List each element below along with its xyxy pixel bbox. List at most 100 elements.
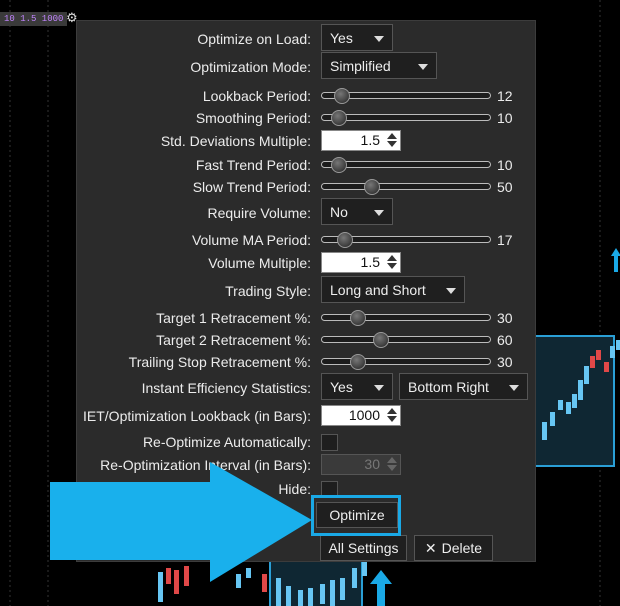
setting-row: Slow Trend Period: 50 bbox=[77, 176, 535, 198]
spinner-value: 1.5 bbox=[360, 254, 380, 270]
spinner-arrows-icon[interactable] bbox=[387, 408, 397, 423]
number-spinner[interactable]: 1000 bbox=[321, 405, 401, 426]
delete-label: Delete bbox=[441, 540, 483, 556]
dropdown-select[interactable]: Long and Short bbox=[321, 276, 465, 303]
setting-row: Trailing Stop Retracement %: 30 bbox=[77, 351, 535, 373]
slider-thumb[interactable] bbox=[331, 110, 347, 126]
candle bbox=[572, 394, 577, 408]
setting-row: Fast Trend Period: 10 bbox=[77, 154, 535, 176]
candle bbox=[542, 422, 547, 440]
dropdown-value: Yes bbox=[330, 30, 353, 46]
dropdown-value: Bottom Right bbox=[408, 379, 489, 395]
candle bbox=[558, 400, 563, 410]
dropdown-select-position[interactable]: Bottom Right bbox=[399, 373, 528, 400]
spinner-arrows-icon[interactable] bbox=[387, 457, 397, 472]
candle bbox=[604, 362, 609, 372]
setting-label: Require Volume: bbox=[207, 205, 311, 221]
dropdown-select[interactable]: Simplified bbox=[321, 52, 437, 79]
setting-row: Volume Multiple: 1.5 bbox=[77, 252, 535, 274]
delete-button[interactable]: ✕ Delete bbox=[414, 535, 493, 561]
setting-row: Instant Efficiency Statistics: Yes Bottom … bbox=[77, 373, 535, 400]
candle bbox=[596, 350, 601, 360]
setting-label: Trading Style: bbox=[225, 283, 311, 299]
setting-label: Optimize on Load: bbox=[197, 31, 311, 47]
spinner-arrows-icon[interactable] bbox=[387, 255, 397, 270]
checkbox[interactable] bbox=[321, 434, 338, 451]
spinner-value: 30 bbox=[364, 456, 380, 472]
candle bbox=[566, 402, 571, 414]
setting-label: Std. Deviations Multiple: bbox=[160, 133, 311, 149]
setting-label: Slow Trend Period: bbox=[192, 179, 311, 195]
setting-label: Volume Multiple: bbox=[208, 255, 311, 271]
candle bbox=[590, 356, 595, 368]
chevron-down-icon bbox=[446, 288, 456, 294]
slider-thumb[interactable] bbox=[334, 88, 350, 104]
slider-value: 30 bbox=[497, 310, 513, 326]
slider-value: 12 bbox=[497, 88, 513, 104]
slider-track[interactable] bbox=[321, 232, 491, 248]
slider-value: 50 bbox=[497, 179, 513, 195]
chevron-down-icon bbox=[509, 385, 519, 391]
up-arrow-icon bbox=[370, 570, 392, 606]
setting-row: Smoothing Period: 10 bbox=[77, 107, 535, 129]
setting-row: Trading Style: Long and Short bbox=[77, 276, 535, 303]
slider-thumb[interactable] bbox=[350, 354, 366, 370]
dropdown-select[interactable]: No bbox=[321, 198, 393, 225]
candle bbox=[584, 366, 589, 384]
slider-track[interactable] bbox=[321, 310, 491, 326]
optimize-highlight-frame bbox=[311, 495, 401, 536]
setting-row: IET/Optimization Lookback (in Bars): 1000 bbox=[77, 405, 535, 427]
setting-row: Target 1 Retracement %: 30 bbox=[77, 307, 535, 329]
slider-thumb[interactable] bbox=[364, 179, 380, 195]
setting-row: Volume MA Period: 17 bbox=[77, 229, 535, 251]
chevron-down-icon bbox=[374, 36, 384, 42]
setting-label: Trailing Stop Retracement %: bbox=[128, 354, 311, 370]
slider-thumb[interactable] bbox=[331, 157, 347, 173]
slider-value: 10 bbox=[497, 110, 513, 126]
setting-label: Smoothing Period: bbox=[195, 110, 311, 126]
slider-track[interactable] bbox=[321, 88, 491, 104]
candle bbox=[320, 584, 325, 604]
candle bbox=[616, 340, 620, 350]
candle bbox=[340, 578, 345, 600]
up-arrow-icon bbox=[611, 248, 620, 272]
slider-track[interactable] bbox=[321, 179, 491, 195]
big-arrow-icon bbox=[50, 462, 312, 582]
candle bbox=[330, 580, 335, 606]
candle bbox=[578, 380, 583, 400]
dropdown-select[interactable]: Yes bbox=[321, 24, 393, 51]
setting-label: Target 2 Retracement %: bbox=[156, 332, 311, 348]
setting-row: Optimize on Load: Yes bbox=[77, 24, 535, 51]
setting-label: Target 1 Retracement %: bbox=[156, 310, 311, 326]
setting-label: Instant Efficiency Statistics: bbox=[141, 380, 311, 396]
slider-thumb[interactable] bbox=[337, 232, 353, 248]
slider-track[interactable] bbox=[321, 157, 491, 173]
slider-thumb[interactable] bbox=[350, 310, 366, 326]
dropdown-select[interactable]: Yes bbox=[321, 373, 393, 400]
candle bbox=[362, 562, 367, 576]
dropdown-value: Yes bbox=[330, 379, 353, 395]
candle bbox=[550, 412, 555, 426]
slider-track[interactable] bbox=[321, 354, 491, 370]
number-spinner[interactable]: 1.5 bbox=[321, 130, 401, 151]
setting-label: Fast Trend Period: bbox=[195, 157, 311, 173]
number-spinner[interactable]: 1.5 bbox=[321, 252, 401, 273]
slider-value: 30 bbox=[497, 354, 513, 370]
slider-track[interactable] bbox=[321, 332, 491, 348]
setting-row: Lookback Period: 12 bbox=[77, 85, 535, 107]
slider-value: 60 bbox=[497, 332, 513, 348]
slider-value: 17 bbox=[497, 232, 513, 248]
candle bbox=[610, 346, 615, 358]
setting-row: Target 2 Retracement %: 60 bbox=[77, 329, 535, 351]
spinner-arrows-icon[interactable] bbox=[387, 133, 397, 148]
all-settings-button[interactable]: All Settings bbox=[320, 535, 407, 561]
spinner-value: 1000 bbox=[348, 407, 380, 423]
dropdown-value: Long and Short bbox=[330, 282, 426, 298]
setting-label: IET/Optimization Lookback (in Bars): bbox=[83, 408, 311, 424]
chevron-down-icon bbox=[418, 64, 428, 70]
slider-thumb[interactable] bbox=[373, 332, 389, 348]
chevron-down-icon bbox=[374, 385, 384, 391]
chevron-down-icon bbox=[374, 210, 384, 216]
setting-row: Re-Optimize Automatically: bbox=[77, 431, 535, 453]
slider-track[interactable] bbox=[321, 110, 491, 126]
